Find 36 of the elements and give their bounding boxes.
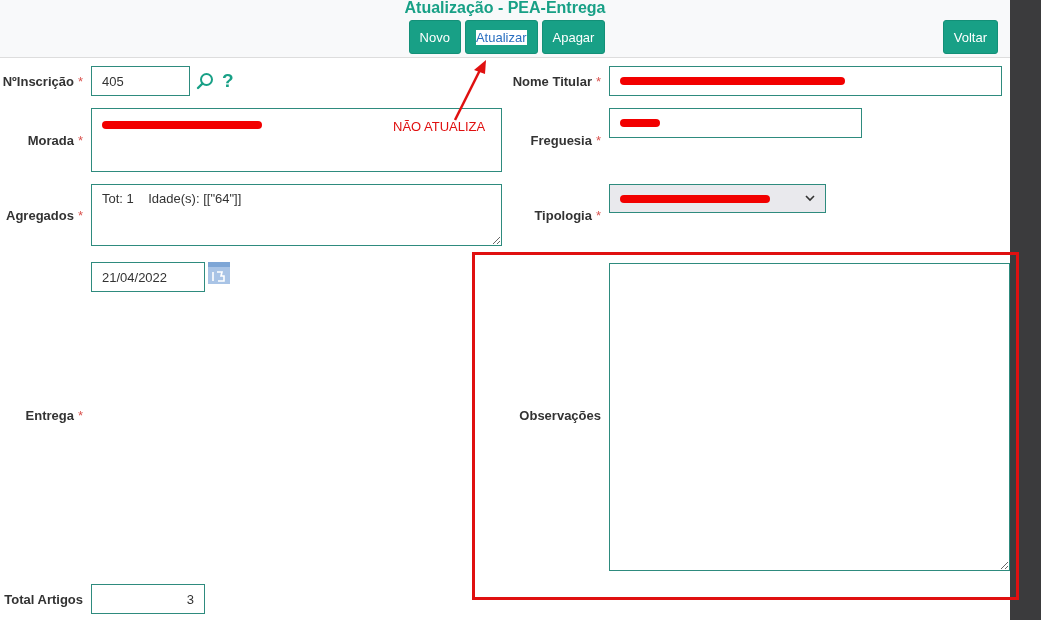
input-field[interactable] xyxy=(609,108,862,138)
help-icon[interactable]: ? xyxy=(222,70,234,92)
toolbar-button[interactable]: Apagar xyxy=(541,20,606,54)
field-label: Agregados xyxy=(6,207,74,223)
field-label: Total Artigos xyxy=(4,591,83,607)
toolbar-button[interactable]: Atualizar xyxy=(464,20,538,54)
required-mark: * xyxy=(77,407,83,423)
select-field[interactable] xyxy=(609,184,826,213)
required-mark: * xyxy=(595,73,601,89)
input-field[interactable] xyxy=(609,66,1002,96)
field-label: Tipologia xyxy=(534,207,592,223)
required-mark: * xyxy=(595,207,601,223)
field-label: Freguesia xyxy=(530,132,592,148)
chevron-down-icon xyxy=(805,195,815,202)
field-label: Morada xyxy=(27,132,74,148)
input-field[interactable]: 405 xyxy=(91,66,190,96)
required-mark: * xyxy=(77,132,83,148)
field-label: Entrega xyxy=(25,407,74,423)
textarea-field[interactable] xyxy=(609,263,1010,571)
toolbar-button[interactable]: Novo xyxy=(408,20,461,54)
field-label: Nome Titular xyxy=(512,73,592,89)
input-field[interactable]: 3 xyxy=(91,584,205,614)
required-mark: * xyxy=(595,132,601,148)
date-field[interactable]: 21/04/2022 xyxy=(91,262,205,292)
calendar-icon[interactable] xyxy=(208,262,230,284)
required-mark: * xyxy=(77,73,83,89)
annotation-arrow xyxy=(453,60,486,121)
textarea-field[interactable] xyxy=(91,108,502,172)
annotation-note: NÃO ATUALIZA xyxy=(393,119,486,134)
textarea-field[interactable]: Tot: 1 Idade(s): [["64"]] xyxy=(91,184,502,246)
page-title: Atualização - PEA-Entrega xyxy=(404,0,606,16)
back-button[interactable]: Voltar xyxy=(942,20,998,54)
field-label: NºInscrição xyxy=(2,73,74,89)
required-mark: * xyxy=(77,207,83,223)
search-icon[interactable] xyxy=(196,72,214,90)
field-label: Observações xyxy=(519,407,601,423)
